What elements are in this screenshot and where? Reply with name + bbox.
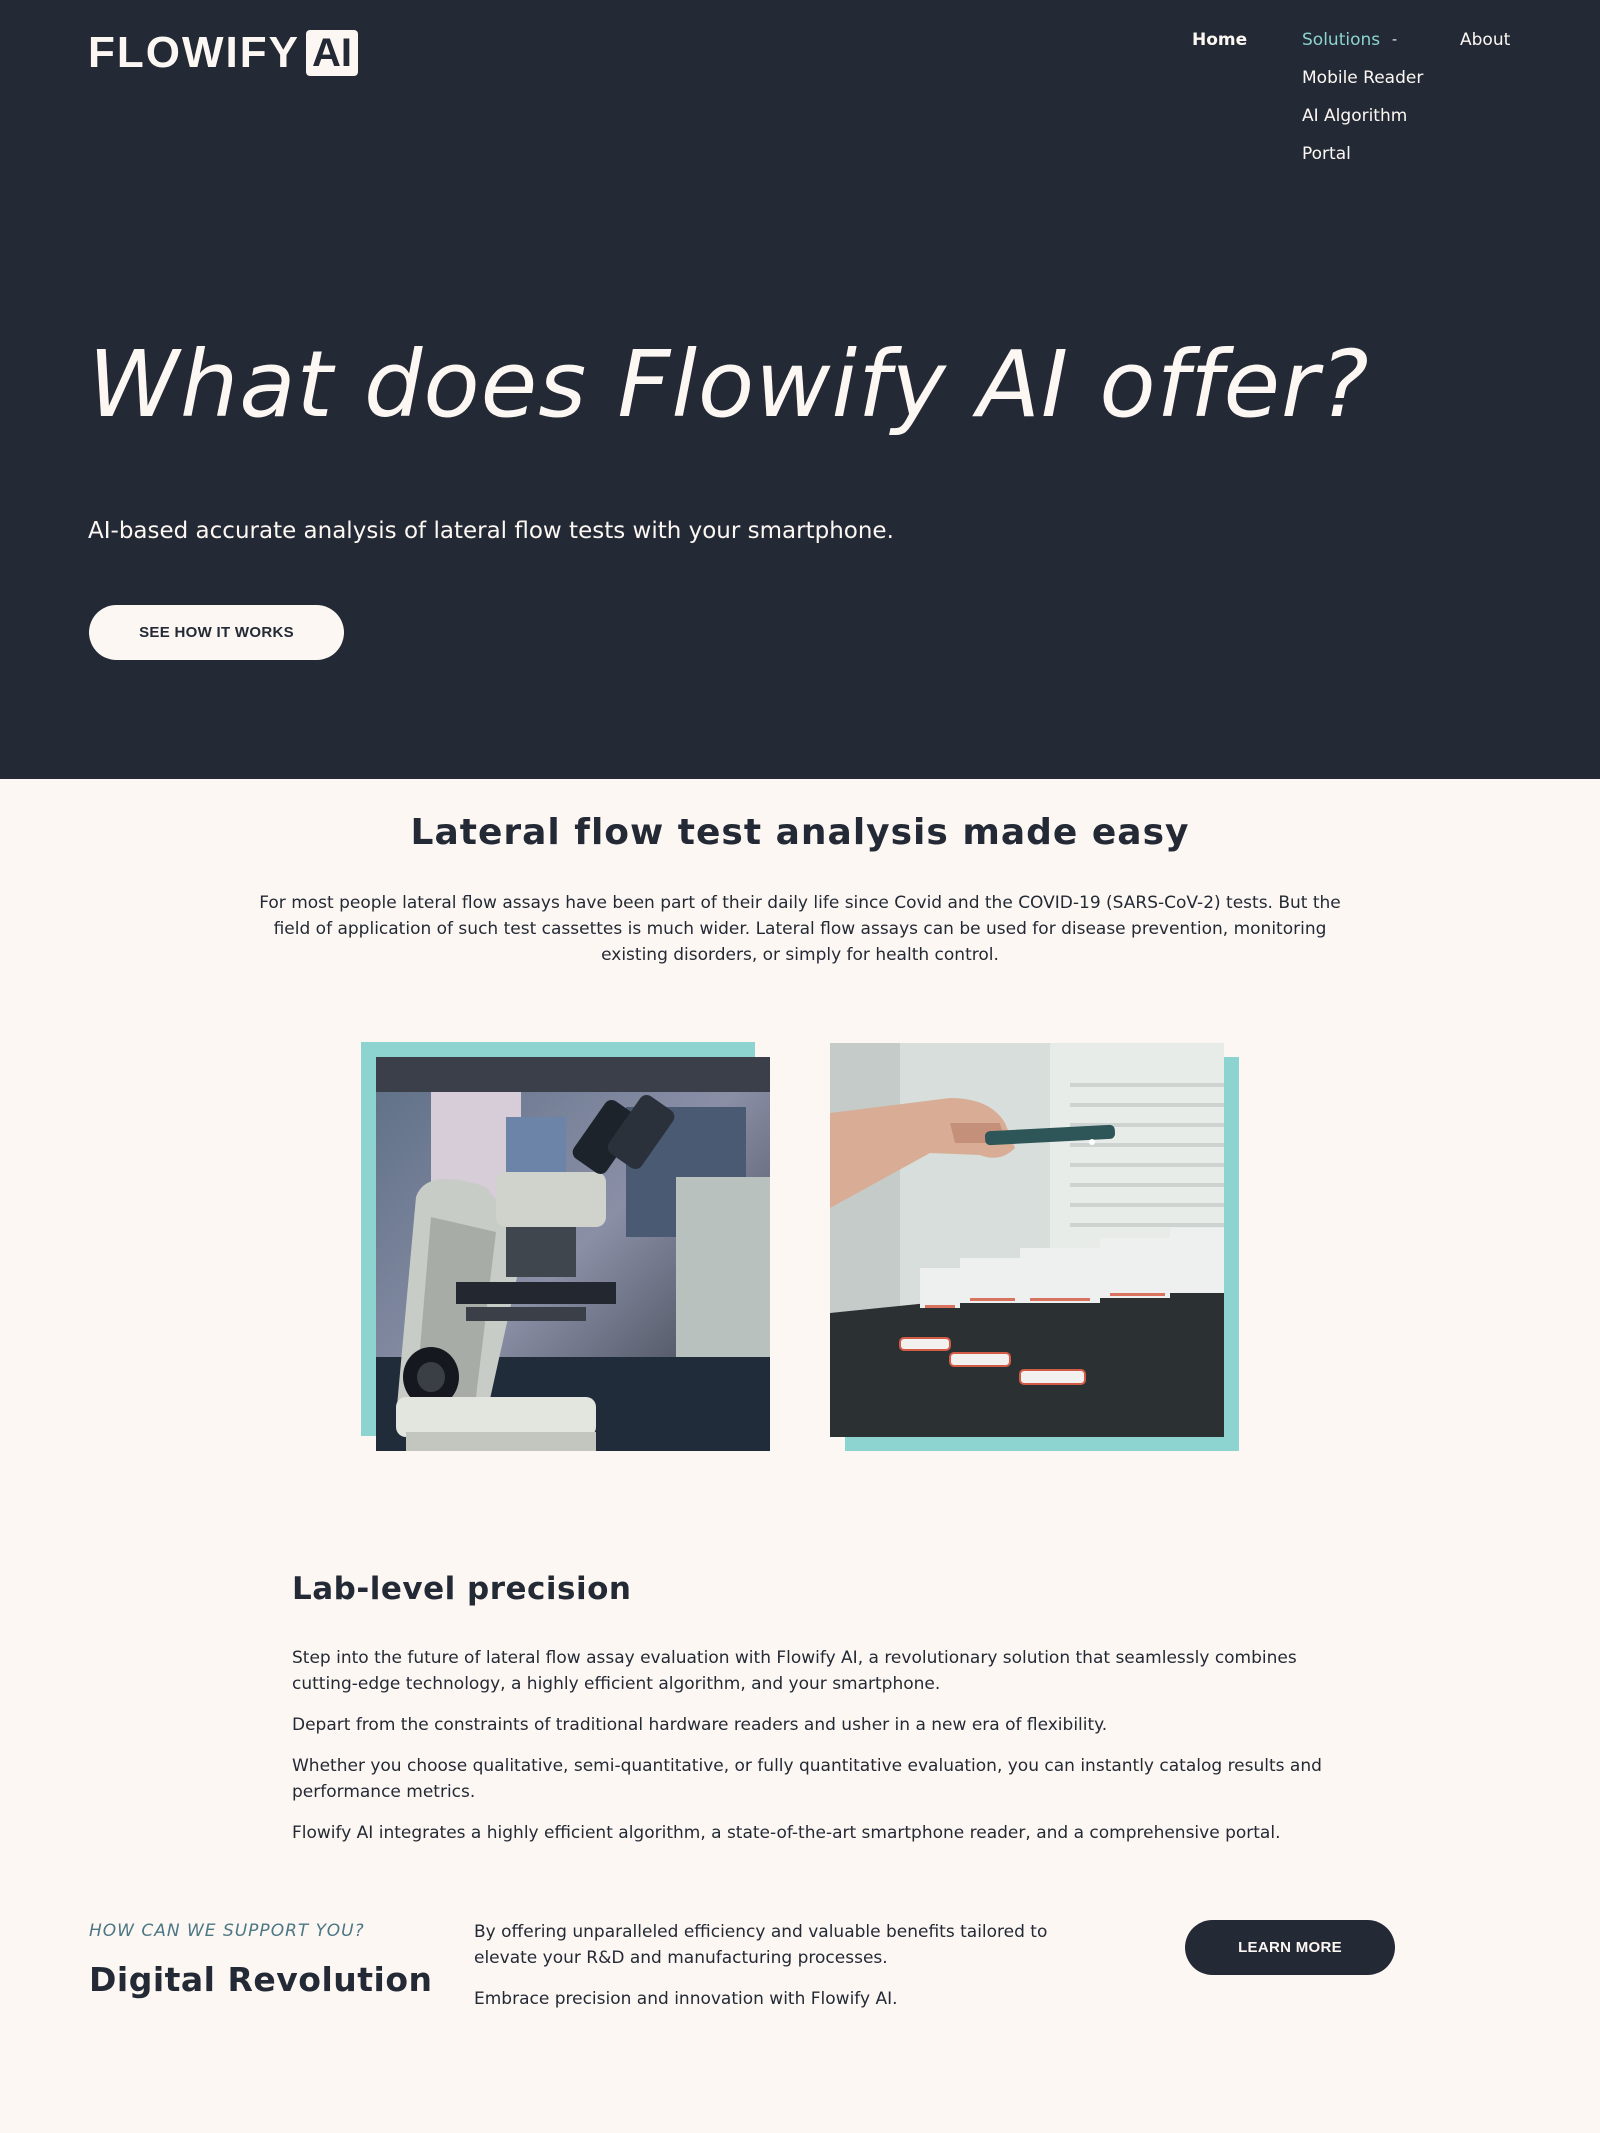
- see-how-it-works-button[interactable]: SEE HOW IT WORKS: [89, 605, 344, 660]
- hero-subtitle: AI-based accurate analysis of lateral fl…: [88, 518, 894, 544]
- submenu-portal[interactable]: Portal: [1302, 142, 1351, 166]
- learn-more-button[interactable]: LEARN MORE: [1185, 1920, 1395, 1975]
- chevron-down-icon[interactable]: -: [1392, 28, 1397, 52]
- microscope-image: [376, 1057, 770, 1451]
- support-eyebrow: HOW CAN WE SUPPORT YOU?: [89, 1921, 365, 1941]
- support-text: By offering unparalleled efficiency and …: [474, 1922, 1048, 1968]
- precision-paragraph: Whether you choose qualitative, semi-qua…: [292, 1756, 1322, 1802]
- hero-title: What does Flowify AI offer?: [88, 331, 1370, 438]
- nav-solutions[interactable]: Solutions: [1302, 28, 1380, 52]
- brand-logo[interactable]: FLOWIFY AI: [88, 28, 358, 78]
- support-text: Embrace precision and innovation with Fl…: [474, 1989, 898, 2009]
- support-title: Digital Revolution: [89, 1960, 433, 1999]
- nav-about[interactable]: About: [1460, 28, 1510, 52]
- section-intro: For most people lateral flow assays have…: [259, 893, 1341, 965]
- section-title: Lateral flow test analysis made easy: [410, 812, 1190, 853]
- precision-title: Lab-level precision: [292, 1571, 632, 1607]
- precision-paragraph: Flowify AI integrates a highly efficient…: [292, 1823, 1281, 1843]
- hero-section: FLOWIFY AI Home Solutions - About Mobile…: [0, 0, 1600, 779]
- nav-home[interactable]: Home: [1192, 28, 1247, 52]
- precision-paragraph: Depart from the constraints of tradition…: [292, 1715, 1108, 1735]
- phone-reader-image: [830, 1043, 1224, 1437]
- logo-wordmark: FLOWIFY: [88, 28, 300, 77]
- logo-ai-badge: AI: [305, 30, 358, 76]
- submenu-ai-algorithm[interactable]: AI Algorithm: [1302, 104, 1407, 128]
- precision-paragraph: Step into the future of lateral flow ass…: [292, 1648, 1297, 1694]
- submenu-mobile-reader[interactable]: Mobile Reader: [1302, 66, 1423, 90]
